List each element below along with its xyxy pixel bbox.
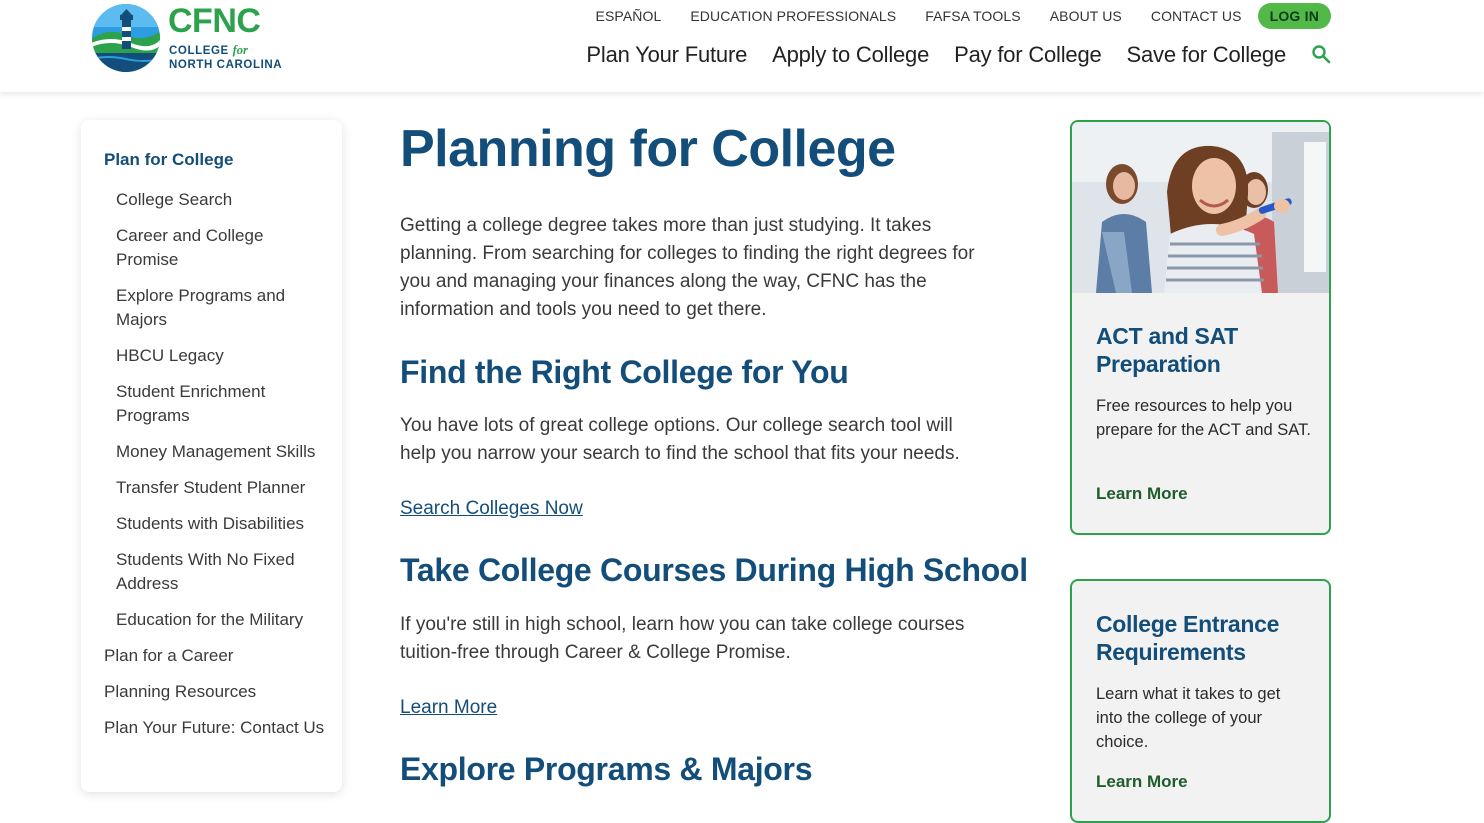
sidebar-item-student-enrichment[interactable]: Student Enrichment Programs: [116, 380, 326, 428]
page-title: Planning for College: [400, 120, 896, 178]
sidebar-item-no-fixed-address[interactable]: Students With No Fixed Address: [116, 548, 326, 596]
card-entrance-requirements: College Entrance Requirements Learn what…: [1070, 579, 1331, 823]
sidebar-item-contact-us[interactable]: Plan Your Future: Contact Us: [104, 716, 329, 740]
sidebar-item-career-and-college-promise[interactable]: Career and College Promise: [116, 224, 326, 272]
util-link-about-us[interactable]: ABOUT US: [1050, 8, 1122, 24]
sidebar-item-hbcu-legacy[interactable]: HBCU Legacy: [116, 344, 326, 368]
card-text-entrance-requirements: Learn what it takes to get into the coll…: [1096, 685, 1281, 751]
sidebar-item-college-search[interactable]: College Search: [116, 188, 326, 212]
sidebar-item-plan-for-career[interactable]: Plan for a Career: [104, 644, 329, 668]
section-text-find-college: You have lots of great college options. …: [400, 415, 960, 464]
section-heading-find-college: Find the Right College for You: [400, 354, 849, 390]
logo-tagline-2: NORTH CAROLINA: [169, 59, 283, 71]
util-link-education-professionals[interactable]: EDUCATION PROFESSIONALS: [690, 8, 896, 24]
sidebar-item-explore-programs[interactable]: Explore Programs and Majors: [116, 284, 326, 332]
section-heading-explore-programs: Explore Programs & Majors: [400, 751, 813, 787]
card-title-act-sat: ACT and SAT Preparation: [1096, 323, 1238, 377]
nav-pay-for-college[interactable]: Pay for College: [954, 42, 1102, 68]
util-link-contact-us[interactable]: CONTACT US: [1151, 8, 1242, 24]
search-colleges-link[interactable]: Search Colleges Now: [400, 496, 583, 522]
search-icon: [1312, 45, 1331, 64]
lighthouse-logo-icon: [92, 4, 160, 72]
util-link-espanol[interactable]: ESPAÑOL: [596, 8, 662, 24]
search-button[interactable]: [1310, 44, 1332, 66]
sidebar-item-students-with-disabilities[interactable]: Students with Disabilities: [116, 512, 326, 536]
card-title-entrance-requirements: College Entrance Requirements: [1096, 611, 1280, 665]
nav-plan-your-future[interactable]: Plan Your Future: [586, 42, 747, 68]
nav-apply-to-college[interactable]: Apply to College: [772, 42, 929, 68]
students-photo: [1072, 122, 1329, 293]
sidebar-item-planning-resources[interactable]: Planning Resources: [104, 680, 329, 704]
card-act-sat: ACT and SAT Preparation Free resources t…: [1070, 120, 1331, 535]
login-button[interactable]: LOG IN: [1257, 3, 1331, 29]
intro-paragraph: Getting a college degree takes more than…: [400, 215, 975, 320]
utility-nav: ESPAÑOL EDUCATION PROFESSIONALS FAFSA TO…: [596, 3, 1331, 29]
sidebar-item-education-military[interactable]: Education for the Military: [116, 608, 326, 632]
card-link-act-sat[interactable]: Learn More: [1096, 482, 1188, 506]
sidebar-item-plan-for-college[interactable]: Plan for College: [104, 148, 329, 172]
logo-tagline-1: COLLEGE for: [169, 43, 248, 57]
card-link-entrance-requirements[interactable]: Learn More: [1096, 770, 1188, 794]
logo-wordmark: CFNC: [168, 2, 261, 40]
site-header: CFNC COLLEGE for NORTH CAROLINA ESPAÑOL …: [0, 0, 1484, 92]
sidebar-item-money-management[interactable]: Money Management Skills: [116, 440, 326, 464]
section-heading-college-courses: Take College Courses During High School: [400, 552, 1028, 588]
nav-save-for-college[interactable]: Save for College: [1127, 42, 1287, 68]
util-link-fafsa-tools[interactable]: FAFSA TOOLS: [925, 8, 1021, 24]
sidebar-item-transfer-student-planner[interactable]: Transfer Student Planner: [116, 476, 326, 500]
sidebar-nav: Plan for College College Search Career a…: [81, 120, 342, 792]
main-nav: Plan Your Future Apply to College Pay fo…: [586, 38, 1332, 72]
card-text-act-sat: Free resources to help you prepare for t…: [1096, 397, 1311, 439]
cfnc-logo[interactable]: CFNC COLLEGE for NORTH CAROLINA: [91, 2, 291, 75]
section-text-college-courses: If you're still in high school, learn ho…: [400, 614, 965, 663]
college-courses-learn-more-link[interactable]: Learn More: [400, 695, 497, 721]
